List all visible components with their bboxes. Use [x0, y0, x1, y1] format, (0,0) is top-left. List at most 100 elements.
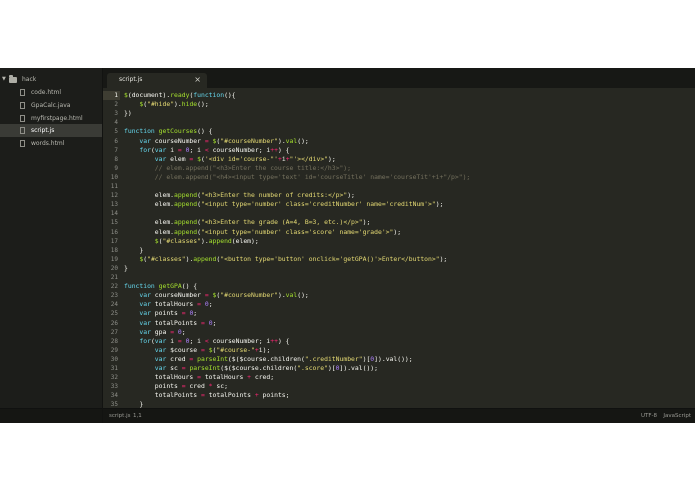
line-number: 11	[110, 183, 118, 190]
line-number: 20	[110, 264, 118, 272]
line-number: 27	[110, 328, 118, 336]
code-line[interactable]: function getCourses() {	[124, 127, 213, 136]
code-line[interactable]: // elem.append("<h4><input type='text' i…	[124, 172, 471, 182]
close-icon[interactable]: ×	[194, 74, 201, 86]
code-token: parseInt	[189, 364, 221, 372]
line-number: 9	[114, 164, 118, 172]
code-line[interactable]: $(document).ready(function(){	[124, 91, 236, 100]
code-line[interactable]: function getGPA() {	[124, 282, 197, 291]
code-token: ".creditNumber"	[304, 354, 363, 363]
code-token: ++	[270, 336, 278, 345]
code-line[interactable]: }	[124, 246, 143, 255]
line-number: 1	[103, 91, 120, 100]
code-token: sc	[166, 364, 182, 372]
code-token: ]).val());	[339, 364, 378, 372]
code-line[interactable]: for(var i = 0; i < courseNumber; i++) {	[124, 145, 290, 155]
code-line[interactable]: $("#hide").hide();	[124, 100, 208, 109]
code-token: ++	[270, 145, 278, 154]
code-token: var	[139, 291, 151, 300]
code-token: points	[124, 382, 182, 391]
code-token: ;	[212, 318, 217, 327]
tab-script-js[interactable]: script.js ×	[107, 73, 207, 88]
code-token: var	[139, 300, 151, 309]
file-icon	[20, 140, 25, 147]
folder-label: hack	[22, 76, 37, 83]
code-token: }	[124, 263, 128, 272]
chevron-down-icon[interactable]: ▼	[2, 73, 6, 86]
code-token: "<h3>Enter the grade (A=4, B=3, etc.)</p…	[200, 218, 363, 227]
code-line[interactable]: var courseNumber = $("#courseNumber").va…	[124, 136, 308, 146]
code-token: )[	[327, 364, 336, 372]
code-token: () {	[181, 282, 198, 291]
code-line[interactable]: var $course = $("#course-"+i);	[124, 346, 271, 355]
line-number-gutter: 1 2 3 4 5 6 7 8 9 10 11 12 13 14 15 16 17 18 19 20 21 22 23 24 2…	[103, 88, 120, 408]
code-token: // elem.append("<h4><input type='text' i…	[154, 172, 471, 181]
folder-hack[interactable]: ▼ hack	[0, 73, 102, 86]
sidebar-file-script-js[interactable]: script.js	[0, 124, 102, 137]
code-token: "#classes"	[162, 236, 201, 245]
code-token: for	[139, 145, 151, 154]
code-token: ;	[193, 309, 198, 318]
code-token: "#classes"	[147, 254, 186, 263]
code-token: append	[208, 236, 232, 245]
code-line[interactable]: var totalPoints = 0;	[124, 319, 216, 328]
code-editor[interactable]: 1 2 3 4 5 6 7 8 9 10 11 12 13 14 15 16 17 18 19 20 21 22 23 24 2…	[103, 88, 695, 408]
code-token: var	[139, 318, 151, 327]
code-token: courseNumber; i	[208, 145, 271, 154]
code-line[interactable]: elem.append("<input type='number' class=…	[124, 228, 401, 237]
line-number: 6	[114, 137, 118, 145]
code-token: cred	[185, 382, 209, 391]
code-token: ;	[181, 327, 186, 336]
sidebar: ▼ hack code.html GpaCalc.java myfirstpag…	[0, 68, 103, 423]
code-line[interactable]: var totalHours = 0;	[124, 300, 212, 309]
code-token: points;	[258, 391, 290, 400]
code-token: totalPoints	[150, 318, 201, 327]
code-token: append	[193, 254, 217, 263]
code-token: totalPoints	[204, 391, 255, 400]
code-token: var	[154, 154, 167, 163]
line-number: 5	[114, 128, 118, 136]
line-number: 26	[110, 319, 118, 327]
sidebar-file-words-html[interactable]: words.html	[0, 137, 102, 150]
sidebar-file-code-html[interactable]: code.html	[0, 86, 102, 99]
code-line[interactable]: totalHours = totalHours + cred;	[124, 373, 274, 382]
code-line[interactable]: var gpa = 0;	[124, 327, 186, 337]
code-line[interactable]: var sc = parseInt($($course.children(".s…	[124, 364, 378, 373]
code-line[interactable]: totalPoints = totalPoints + points;	[124, 391, 290, 400]
code-line[interactable]: $("#classes").append("<button type='butt…	[124, 255, 447, 264]
status-encoding[interactable]: UTF-8	[641, 413, 657, 419]
code-line[interactable]: var cred = parseInt($($course.children("…	[124, 355, 413, 364]
code-line[interactable]: elem.append("<h3>Enter the grade (A=4, B…	[124, 218, 371, 227]
code-line[interactable]: }	[124, 400, 143, 408]
code-token: ) {	[277, 336, 290, 345]
code-line[interactable]: }	[124, 264, 128, 273]
code-token: val	[285, 291, 298, 300]
code-line[interactable]: elem.append("<input type='number' class=…	[124, 200, 444, 209]
code-line[interactable]: })	[124, 109, 132, 118]
code-line[interactable]: elem.append("<h3>Enter the number of cre…	[124, 191, 355, 200]
code-token: ($($course.children(	[220, 364, 298, 372]
code-token: points	[150, 309, 182, 318]
sidebar-file-gpacalc-java[interactable]: GpaCalc.java	[0, 99, 102, 112]
status-syntax[interactable]: JavaScript	[663, 413, 691, 419]
status-filename: script.js	[109, 413, 131, 419]
code-token: );	[439, 254, 448, 263]
file-icon	[20, 127, 25, 134]
code-token: ).	[277, 136, 286, 145]
line-number: 10	[110, 173, 118, 181]
code-line[interactable]: points = cred * sc;	[124, 382, 228, 391]
code-token: totalHours	[150, 300, 198, 309]
code-line[interactable]: for(var i = 0; i < courseNumber; i++) {	[124, 336, 290, 346]
code-token: (document).	[127, 91, 171, 99]
code-line[interactable]: $("#classes").append(elem);	[124, 237, 259, 246]
code-token: function	[124, 127, 155, 136]
line-number: 15	[110, 219, 118, 227]
code-token: append	[174, 227, 198, 236]
code-line[interactable]: // elem.append("<h3>Enter the course tit…	[124, 164, 351, 173]
code-token: var	[139, 309, 151, 318]
code-line[interactable]: var courseNumber = $("#courseNumber").va…	[124, 291, 308, 300]
code-line[interactable]: var points = 0;	[124, 309, 197, 318]
code-token: ) {	[277, 145, 290, 154]
code-line[interactable]: var elem = $('<div id='course-"'+i+"'></…	[124, 155, 336, 164]
